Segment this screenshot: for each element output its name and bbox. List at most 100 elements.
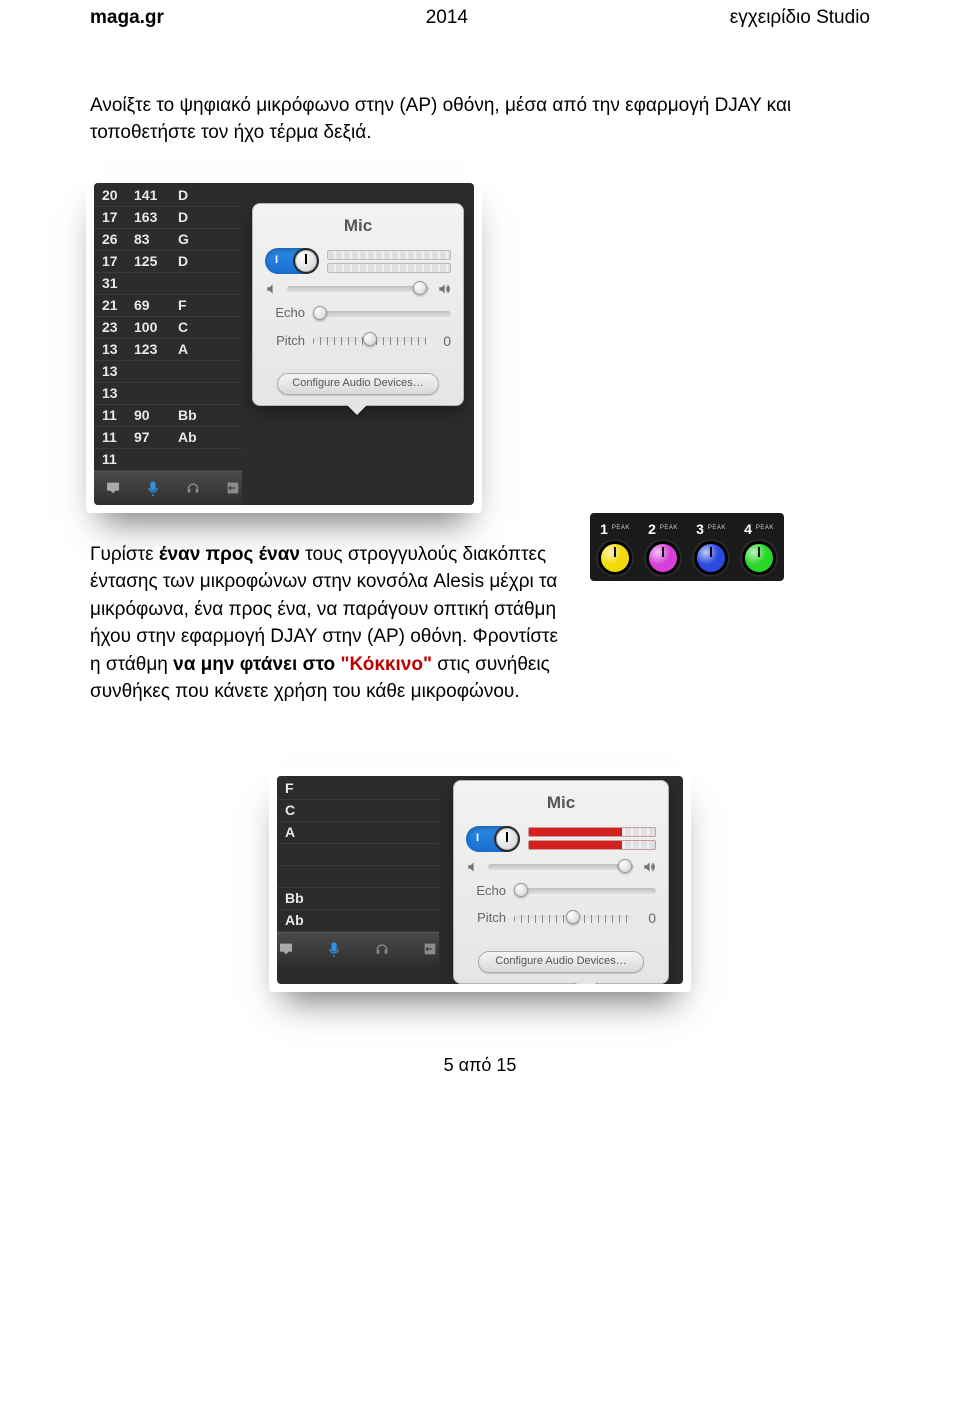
gain-knob[interactable]	[742, 541, 776, 575]
peak-label: PEAK	[612, 524, 630, 533]
microphone-icon[interactable]	[144, 480, 162, 496]
col-1: 21	[102, 295, 124, 315]
list-row[interactable]: 23100C	[94, 317, 242, 339]
headphones-icon[interactable]	[184, 480, 202, 496]
col-1: 13	[102, 339, 124, 359]
peak-label: PEAK	[660, 524, 678, 533]
configure-audio-button[interactable]: Configure Audio Devices…	[277, 373, 439, 395]
peak-label: PEAK	[756, 524, 774, 533]
mic-volume-slider-2[interactable]	[488, 864, 634, 870]
volume-low-icon	[466, 860, 480, 874]
djay-track-list: 20141D17163D2683G17125D312169F23100C1312…	[94, 183, 242, 471]
list-row[interactable]	[277, 844, 439, 866]
microphone-icon[interactable]	[325, 941, 343, 957]
list-row[interactable]: 11 90 Bb	[94, 405, 242, 427]
echo-slider[interactable]	[313, 311, 451, 317]
alesis-channel: 2 PEAK	[646, 519, 680, 575]
mic-toggle-glyph: I	[275, 253, 278, 269]
alesis-channel: 1 PEAK	[598, 519, 632, 575]
page-header: maga.gr 2014 εγχειρίδιο Studio	[90, 0, 870, 92]
list-row[interactable]	[277, 866, 439, 888]
col-key: A	[285, 822, 325, 842]
list-row[interactable]: F	[277, 778, 439, 800]
col-1: 20	[102, 185, 124, 205]
list-row[interactable]: 21 69 F	[94, 295, 242, 317]
exit-icon[interactable]	[224, 480, 242, 496]
pitch-value-2: 0	[640, 908, 656, 928]
airplay-icon[interactable]	[104, 480, 122, 496]
alesis-channel: 4 PEAK	[742, 519, 776, 575]
screenshot-alesis-knobs: 1 PEAK 2 PEAK 3 PEAK 4 PEAK	[590, 513, 784, 581]
gain-knob[interactable]	[598, 541, 632, 575]
mic-volume-slider[interactable]	[287, 286, 429, 292]
col-3: Bb	[178, 405, 202, 425]
col-2: 125	[134, 251, 168, 271]
pitch-value: 0	[435, 331, 451, 351]
col-2: 97	[134, 427, 168, 447]
col-1: 11	[102, 427, 124, 447]
col-1: 17	[102, 251, 124, 271]
mic-popover-title: Mic	[265, 214, 451, 239]
col-3: D	[178, 207, 202, 227]
list-row[interactable]: A	[277, 822, 439, 844]
col-2: 69	[134, 295, 168, 315]
channel-number: 2	[648, 519, 656, 539]
list-row[interactable]: 31	[94, 273, 242, 295]
list-row[interactable]: 13	[94, 361, 242, 383]
list-row[interactable]: 20141D	[94, 185, 242, 207]
col-key: F	[285, 778, 325, 798]
col-3: C	[178, 317, 202, 337]
echo-label-2: Echo	[466, 882, 506, 901]
col-2: 100	[134, 317, 168, 337]
channel-number: 3	[696, 519, 704, 539]
col-1: 11	[102, 449, 124, 469]
list-row[interactable]: 11	[94, 449, 242, 471]
screenshot-djay-mic-idle: 20141D17163D2683G17125D312169F23100C1312…	[86, 175, 482, 513]
echo-slider-2[interactable]	[514, 888, 656, 894]
col-1: 17	[102, 207, 124, 227]
list-row[interactable]: Ab	[277, 910, 439, 932]
gain-knob[interactable]	[694, 541, 728, 575]
headphones-icon[interactable]	[373, 941, 391, 957]
pitch-slider-2[interactable]	[514, 915, 632, 923]
volume-high-icon	[642, 860, 656, 874]
peak-label: PEAK	[708, 524, 726, 533]
col-key: Ab	[285, 910, 325, 930]
list-row[interactable]: Bb	[277, 888, 439, 910]
col-3: F	[178, 295, 202, 315]
mic-popover: Mic I	[252, 203, 464, 407]
col-3: G	[178, 229, 202, 249]
list-row[interactable]: 17 163 D	[94, 207, 242, 229]
col-2: 123	[134, 339, 168, 359]
col-1: 13	[102, 361, 124, 381]
col-1: 26	[102, 229, 124, 249]
col-2: 90	[134, 405, 168, 425]
list-row[interactable]: 13123A	[94, 339, 242, 361]
header-center: 2014	[426, 4, 468, 32]
list-row[interactable]: 2683G	[94, 229, 242, 251]
list-row[interactable]: 17125D	[94, 251, 242, 273]
header-left: maga.gr	[90, 4, 164, 32]
col-1: 13	[102, 383, 124, 403]
djay-bottom-bar	[94, 471, 242, 505]
gain-knob[interactable]	[646, 541, 680, 575]
mic-toggle[interactable]: I	[265, 248, 319, 274]
exit-icon[interactable]	[421, 941, 439, 957]
col-2: 163	[134, 207, 168, 227]
airplay-icon[interactable]	[277, 941, 295, 957]
col-1: 31	[102, 273, 124, 293]
echo-label: Echo	[265, 304, 305, 323]
col-1: 11	[102, 405, 124, 425]
list-row[interactable]: 13	[94, 383, 242, 405]
configure-audio-button-2[interactable]: Configure Audio Devices…	[478, 951, 644, 973]
mic-toggle-2[interactable]: I	[466, 826, 520, 852]
list-row[interactable]: C	[277, 800, 439, 822]
pitch-slider[interactable]	[313, 337, 427, 345]
mic-level-meter-2	[528, 827, 656, 850]
list-row[interactable]: 1197Ab	[94, 427, 242, 449]
header-right: εγχειρίδιο Studio	[730, 4, 870, 32]
channel-number: 4	[744, 519, 752, 539]
screenshot-djay-mic-active: FCABbAb Mic I	[269, 768, 691, 992]
channel-number: 1	[600, 519, 608, 539]
mic-toggle-glyph-2: I	[476, 831, 479, 847]
